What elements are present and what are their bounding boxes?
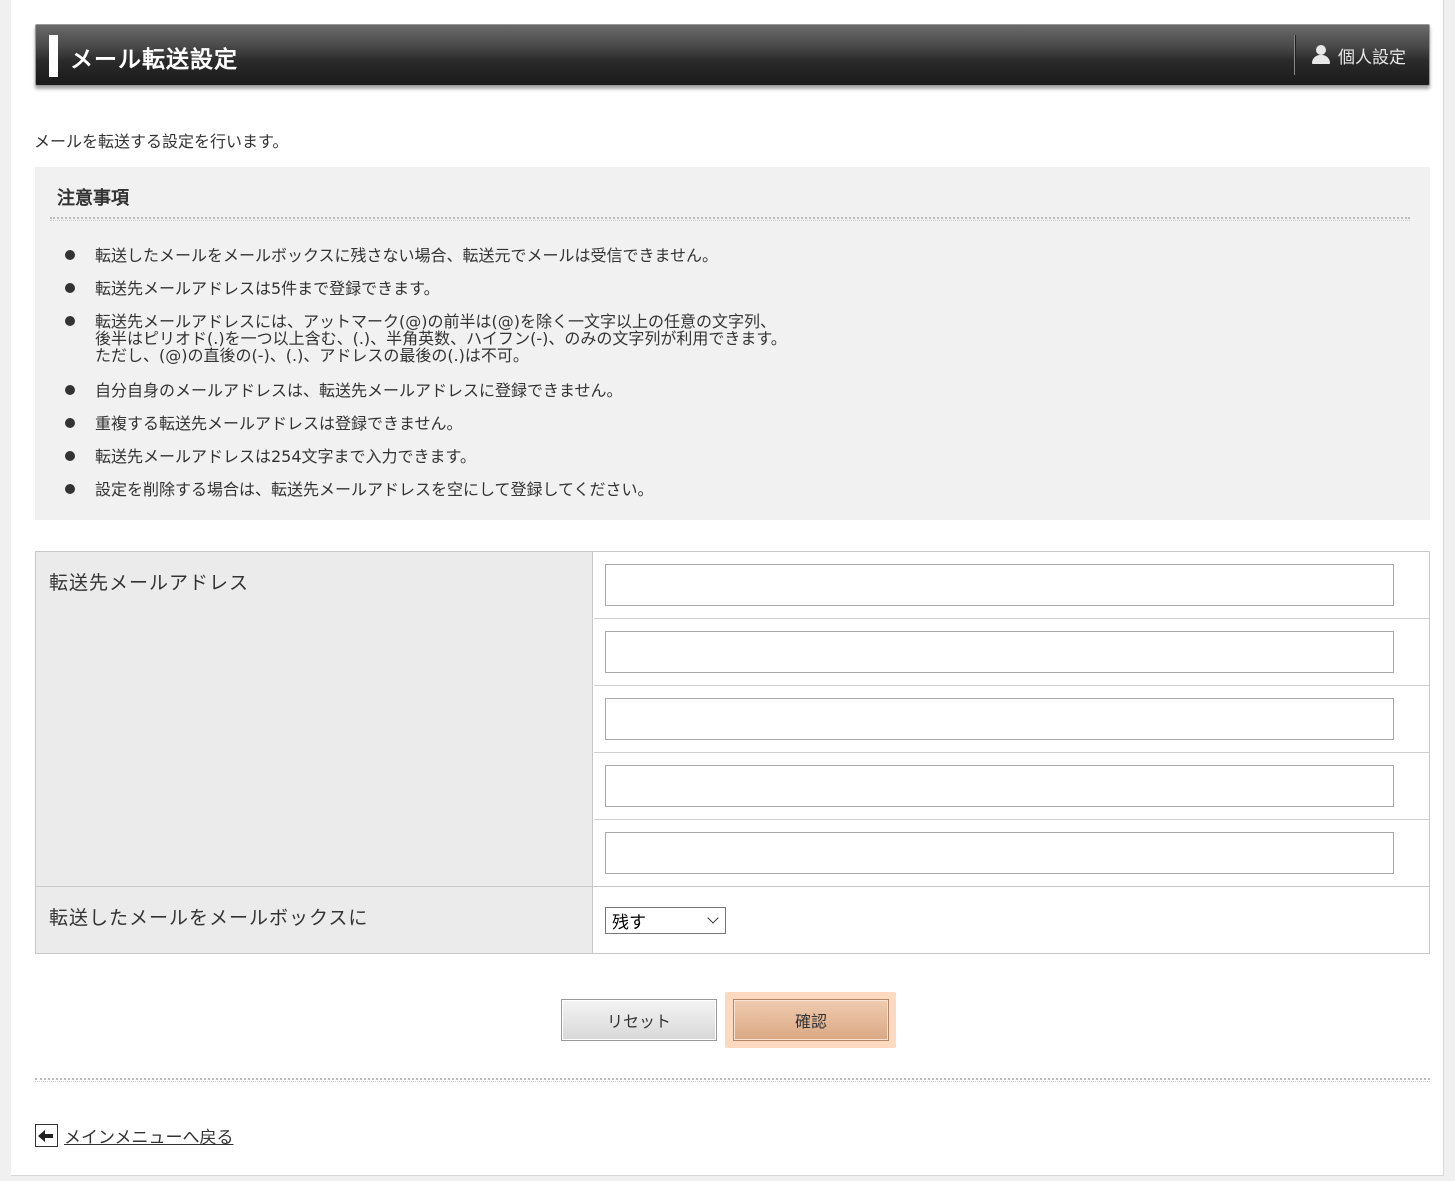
row-divider [36, 886, 1429, 887]
header-divider [1294, 35, 1296, 75]
page: メール転送設定 個人設定 メールを転送する設定を行います。 注意事項 転送したメ… [11, 0, 1444, 1176]
intro-text: メールを転送する設定を行います。 [34, 132, 289, 151]
page-title: メール転送設定 [70, 47, 238, 73]
forward-settings-form: 転送先メールアドレス 転送したメールをメールボックスに 残す [35, 551, 1430, 954]
person-icon [1311, 45, 1331, 65]
cell-divider [594, 618, 1429, 619]
notes-box: 注意事項 転送したメールをメールボックスに残さない場合、転送元でメールは受信でき… [35, 167, 1430, 520]
header-accent-bar [49, 35, 58, 77]
note-item: 自分自身のメールアドレスは、転送先メールアドレスに登録できません。 [65, 381, 623, 400]
reset-button[interactable]: リセット [561, 999, 717, 1041]
cell-divider [594, 819, 1429, 820]
label-column [36, 552, 593, 953]
notes-divider [50, 217, 1410, 221]
personal-settings-link[interactable]: 個人設定 [1311, 42, 1406, 68]
keep-mail-select[interactable]: 残す [605, 907, 726, 934]
confirm-button[interactable]: 確認 [733, 999, 889, 1041]
note-item: 転送したメールをメールボックスに残さない場合、転送元でメールは受信できません。 [64, 246, 719, 265]
keep-mail-value: 残す [612, 913, 646, 933]
chevron-down-icon [707, 912, 719, 924]
bottom-divider [35, 1078, 1430, 1082]
cell-divider [594, 685, 1429, 686]
back-link-row: メインメニューへ戻る [35, 1123, 234, 1148]
note-item: 転送先メールアドレスは254文字まで入力できます。 [65, 447, 476, 466]
personal-settings-label: 個人設定 [1338, 47, 1406, 68]
address-input-3[interactable] [605, 698, 1394, 740]
note-item: 転送先メールアドレスは5件まで登録できます。 [65, 279, 440, 298]
notes-heading: 注意事項 [57, 188, 129, 209]
back-arrow-icon[interactable] [35, 1124, 58, 1147]
note-item: 転送先メールアドレスには、アットマーク(@)の前半は(@)を除く一文字以上の任意… [65, 312, 787, 365]
address-input-5[interactable] [605, 832, 1394, 874]
back-to-main-menu-link[interactable]: メインメニューへ戻る [64, 1123, 234, 1148]
cell-divider [594, 752, 1429, 753]
address-input-1[interactable] [605, 564, 1394, 606]
address-input-2[interactable] [605, 631, 1394, 673]
note-item: 設定を削除する場合は、転送先メールアドレスを空にして登録してください。 [65, 480, 654, 499]
address-label: 転送先メールアドレス [49, 572, 250, 594]
address-input-4[interactable] [605, 765, 1394, 807]
keep-mail-label: 転送したメールをメールボックスに [49, 907, 369, 929]
page-header: メール転送設定 個人設定 [35, 24, 1430, 86]
note-item: 重複する転送先メールアドレスは登録できません。 [65, 414, 463, 433]
